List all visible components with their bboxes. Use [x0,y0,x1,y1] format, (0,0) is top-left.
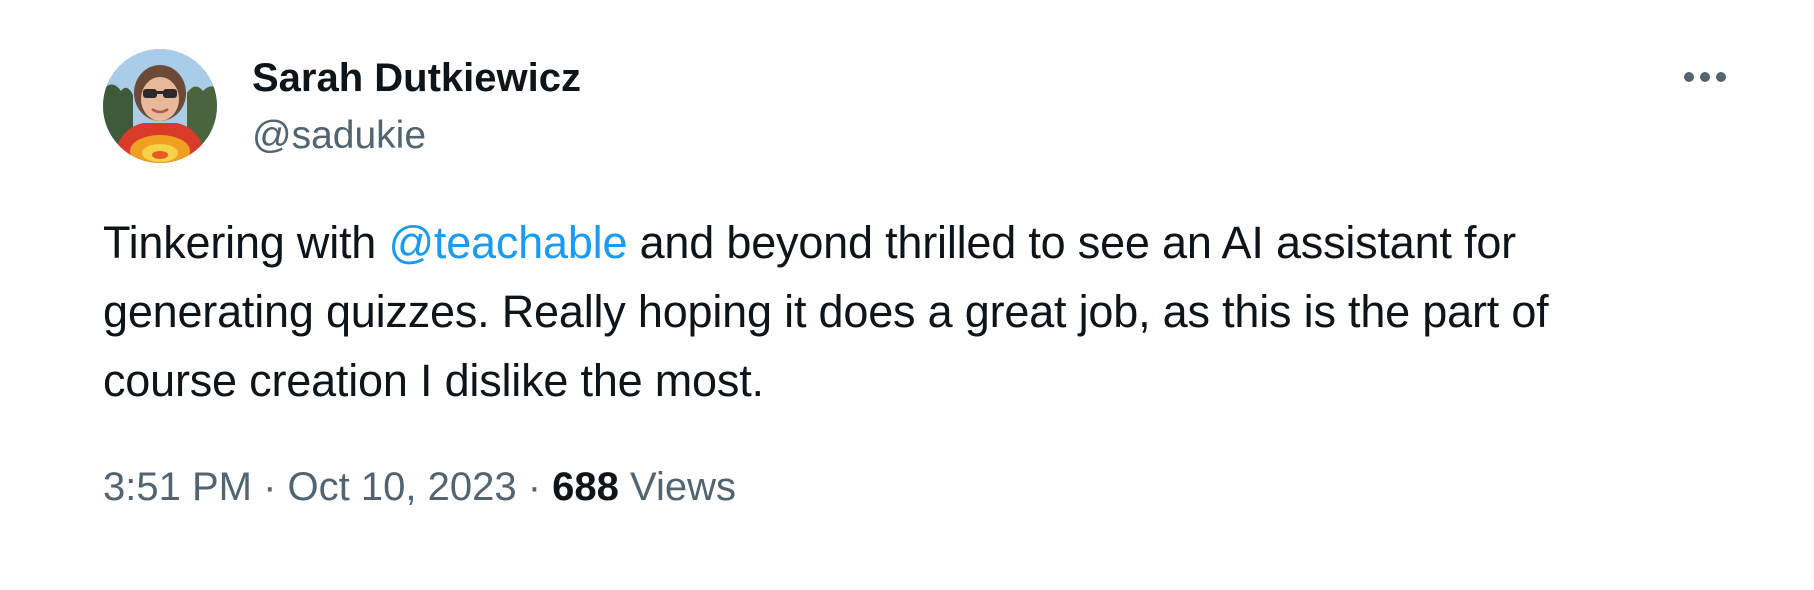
avatar[interactable] [103,49,217,163]
avatar-image [103,49,217,163]
tweet-card: Sarah Dutkiewicz @sadukie Tinkering with… [0,0,1814,590]
tweet-text: Tinkering with @teachable and beyond thr… [103,208,1743,415]
views-count: 688 [552,465,619,509]
mention-link-teachable[interactable]: @teachable [388,217,627,268]
tweet-text-segment: Tinkering with [103,217,389,268]
views-label: Views [630,465,737,509]
author-display-name[interactable]: Sarah Dutkiewicz [252,54,581,102]
tweet-text-line: Tinkering with @teachable and beyond thr… [103,208,1743,277]
tweet-text-line: course creation I dislike the most. [103,355,764,406]
more-horizontal-icon [1684,72,1726,82]
more-options-button[interactable] [1678,58,1732,96]
meta-separator: · [263,465,277,509]
tweet-text-line: generating quizzes. Really hoping it doe… [103,286,1549,337]
author-handle[interactable]: @sadukie [252,113,426,159]
tweet-text-segment: and beyond thrilled to see an AI assista… [627,217,1517,268]
meta-separator: · [527,465,542,509]
tweet-metadata: 3:51 PM · Oct 10, 2023 · 688 Views [103,462,736,512]
tweet-time-link[interactable]: 3:51 PM [103,465,252,509]
tweet-date-link[interactable]: Oct 10, 2023 [288,465,517,509]
